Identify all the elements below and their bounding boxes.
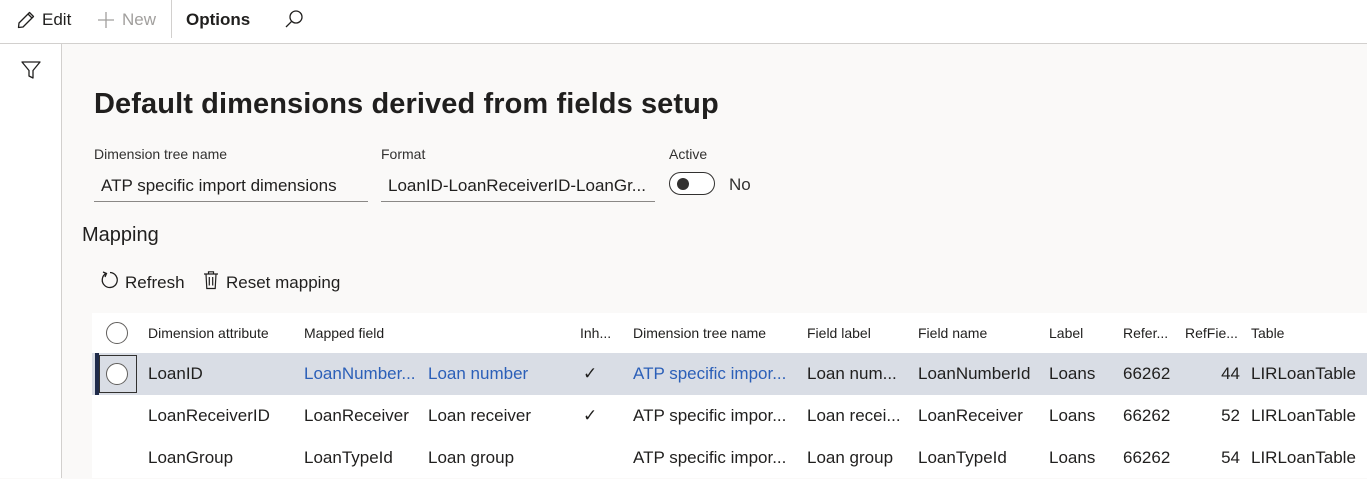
pencil-icon: [16, 10, 36, 30]
search-button[interactable]: [283, 0, 305, 40]
cell-mapped-field: LoanTypeId: [304, 448, 393, 467]
cell-mapped-field: LoanReceiver: [304, 406, 409, 425]
toolbar-divider: [171, 0, 172, 38]
col-header-inherited[interactable]: Inh...: [580, 313, 620, 353]
refresh-label: Refresh: [125, 272, 185, 292]
refresh-button[interactable]: Refresh: [100, 270, 185, 295]
checkmark-icon: ✓: [583, 406, 598, 425]
options-tab[interactable]: Options: [186, 0, 250, 40]
cell-table: LIRLoanTable: [1251, 406, 1356, 425]
checkmark-icon: ✓: [583, 364, 598, 383]
cell-attribute: LoanGroup: [148, 448, 234, 467]
col-header-field-name[interactable]: Field name: [918, 313, 1028, 353]
cell-label: Loans: [1049, 406, 1096, 425]
col-header-dimension-tree-name[interactable]: Dimension tree name: [633, 313, 793, 353]
plus-icon: [96, 10, 116, 30]
col-header-mapped-field[interactable]: Mapped field: [304, 313, 454, 353]
cell-table: LIRLoanTable: [1251, 364, 1356, 383]
table-row[interactable]: LoanGroup LoanTypeId Loan group ATP spec…: [92, 437, 1367, 479]
col-header-reference[interactable]: Refer...: [1123, 313, 1178, 353]
cell-field-label: Loan group: [807, 448, 894, 467]
cell-reffield: 44: [1221, 364, 1240, 383]
refresh-icon: [100, 270, 120, 295]
format-label: Format: [381, 146, 426, 162]
edit-button[interactable]: Edit: [16, 0, 71, 40]
tree-name-field[interactable]: ATP specific import dimensions: [94, 170, 368, 202]
active-label: Active: [669, 146, 708, 162]
col-header-reffield[interactable]: RefFie...: [1185, 313, 1241, 353]
cell-tree: ATP specific impor...: [633, 448, 787, 467]
filter-icon[interactable]: [20, 59, 42, 86]
cell-mapped-label: Loan group: [428, 448, 515, 467]
mapping-grid: Dimension attribute Mapped field Inh... …: [92, 313, 1367, 478]
left-rail: [0, 44, 62, 478]
col-header-dimension-attribute[interactable]: Dimension attribute: [148, 313, 296, 353]
new-label: New: [122, 10, 157, 29]
mapping-section-title: Mapping: [82, 224, 159, 246]
cell-reference: 66262: [1123, 448, 1171, 467]
action-pane: Edit New Options: [0, 0, 1367, 44]
cell-label: Loans: [1049, 448, 1096, 467]
cell-label: Loans: [1049, 364, 1096, 383]
new-button[interactable]: New: [96, 0, 156, 40]
cell-mapped-label-link[interactable]: Loan number: [428, 353, 568, 395]
table-row[interactable]: LoanReceiverID LoanReceiver Loan receive…: [92, 395, 1367, 437]
edit-label: Edit: [42, 10, 72, 29]
cell-attribute: LoanID: [148, 364, 203, 383]
cell-reffield: 52: [1221, 406, 1240, 425]
search-icon: [283, 9, 305, 31]
reset-mapping-button[interactable]: Reset mapping: [203, 270, 340, 295]
cell-tree: ATP specific impor...: [633, 406, 787, 425]
table-row[interactable]: LoanID LoanNumber... Loan number ✓ ATP s…: [92, 353, 1367, 395]
cell-mapped-label: Loan receiver: [428, 406, 532, 425]
active-toggle[interactable]: [669, 172, 715, 195]
cell-field-name: LoanReceiver: [918, 406, 1023, 425]
options-label: Options: [186, 10, 251, 29]
cell-attribute: LoanReceiverID: [148, 406, 270, 425]
cell-tree-link[interactable]: ATP specific impor...: [633, 353, 795, 395]
col-header-label[interactable]: Label: [1049, 313, 1109, 353]
cell-mapped-field-link[interactable]: LoanNumber...: [304, 353, 422, 395]
row-select-radio[interactable]: [106, 363, 128, 385]
cell-field-name: LoanTypeId: [918, 448, 1007, 467]
cell-reffield: 54: [1221, 448, 1240, 467]
col-header-field-label[interactable]: Field label: [807, 313, 907, 353]
cell-field-name: LoanNumberId: [918, 364, 1031, 383]
col-header-table[interactable]: Table: [1251, 313, 1361, 353]
page-title: Default dimensions derived from fields s…: [94, 88, 719, 120]
select-all-radio[interactable]: [106, 322, 128, 344]
cell-reference: 66262: [1123, 364, 1171, 383]
checkmark-icon: [583, 437, 607, 479]
trash-icon: [203, 270, 219, 295]
cell-field-label: Loan num...: [807, 364, 897, 383]
format-field[interactable]: LoanID-LoanReceiverID-LoanGr...: [381, 170, 655, 202]
reset-mapping-label: Reset mapping: [226, 272, 341, 292]
cell-field-label: Loan recei...: [807, 406, 901, 425]
tree-name-label: Dimension tree name: [94, 146, 228, 162]
toggle-knob: [677, 178, 689, 190]
cell-table: LIRLoanTable: [1251, 448, 1356, 467]
cell-reference: 66262: [1123, 406, 1171, 425]
active-value: No: [729, 175, 751, 194]
